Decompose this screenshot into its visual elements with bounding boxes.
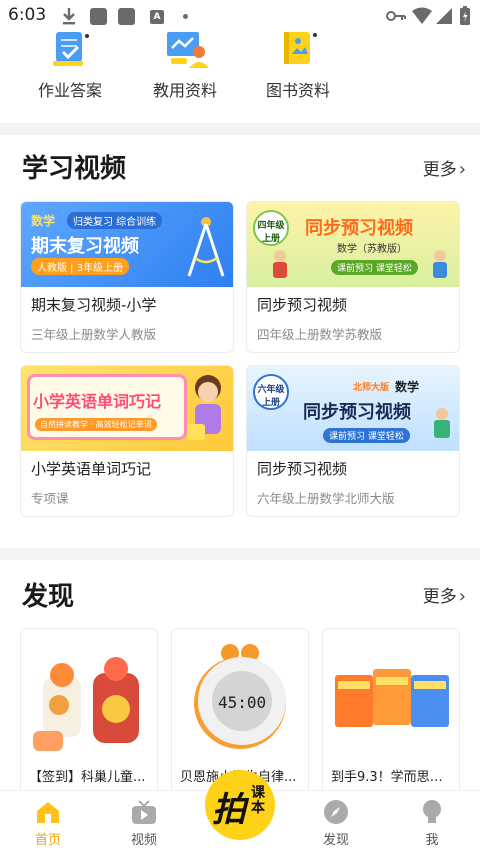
clock-display: 45:00 [218,693,267,712]
shortcut-book-material[interactable]: 图书资料 [243,32,353,122]
video-thumbnail: 小学英语单词巧记 自然拼读教学 · 高效轻松记单词 [21,366,233,451]
grade-badge-line1: 六年级 [257,385,285,395]
section-divider [0,548,480,560]
chevron-right-icon: › [458,159,466,180]
status-bar: 6:03 A [0,0,480,32]
thumb-pill: 自然拼读教学 · 高效轻松记单词 [35,418,157,431]
discover-card-title: 【签到】科巢儿童... [29,770,146,785]
grade-badge: 四年级 上册 [253,210,289,246]
photo-search-button[interactable]: 拍 课本 [205,770,275,840]
discover-card[interactable]: 【签到】科巢儿童... [20,628,158,798]
user-icon [423,800,441,823]
notification-icon [118,8,135,25]
nav-label: 发现 [322,833,349,848]
vpn-key-icon [386,11,406,21]
signal-icon [436,8,452,24]
notification-icon [90,8,107,25]
video-title: 同步预习视频 [257,460,348,478]
more-label: 更多 [422,160,457,180]
wifi-icon [412,7,432,24]
discover-section-title: 发现 [22,582,75,612]
video-title: 同步预习视频 [257,296,348,314]
thumb-headline: 期末复习视频 [31,236,139,257]
shortcut-homework-answer[interactable]: 作业答案 [15,32,125,122]
discover-more-link[interactable]: 更多 › [423,582,466,607]
photo-search-small-label: 课本 [251,785,265,816]
homework-answer-icon [53,32,89,66]
videos-more-link[interactable]: 更多 › [423,155,466,180]
home-icon [37,802,59,823]
thumb-headline: 小学英语单词巧记 [33,392,162,411]
grade-badge-line2: 上册 [261,234,280,244]
photo-search-big-label: 拍 [212,790,246,830]
shortcut-label: 作业答案 [37,81,102,100]
video-subtitle: 六年级上册数学北师大版 [257,491,395,506]
thumb-headline: 同步预习视频 [305,218,413,239]
nav-label: 首页 [34,833,61,848]
product-image [33,657,139,751]
a-badge-icon: A [150,10,164,24]
nav-video[interactable]: 视频 [104,791,184,853]
thumb-subject-tag: 数学 [31,214,56,228]
shortcut-label: 教用资料 [152,81,217,100]
video-title: 期末复习视频-小学 [31,296,157,314]
nav-label: 视频 [130,833,157,848]
video-thumbnail: 四年级 上册 同步预习视频 数学（苏教版） 课前预习 课堂轻松 [247,202,459,287]
discover-card-title: 到手9.3！学而思新... [331,770,455,785]
videos-section-title: 学习视频 [22,154,127,184]
video-card[interactable]: 四年级 上册 同步预习视频 数学（苏教版） 课前预习 课堂轻松 同步预习视频 四… [246,201,460,353]
thumb-pill: 人教版 | 3年级上册 [31,258,130,275]
thumb-edition: 北师大版 [353,383,390,393]
video-subtitle: 专项课 [31,491,69,506]
kids-illustration [273,250,287,278]
thumb-subject: 数学（苏教版） [337,244,407,255]
section-divider [0,123,480,135]
nav-discover[interactable]: 发现 [296,791,376,853]
grade-badge-line2: 上册 [261,398,280,408]
nav-me[interactable]: 我 [392,791,472,853]
thumb-banner: 归类复习 综合训练 [67,212,163,229]
video-card[interactable]: 六年级 上册 北师大版 数学 同步预习视频 课前预习 课堂轻松 同步预习视频 六… [246,365,460,517]
compass-icon [324,800,348,824]
teaching-material-icon [167,32,209,68]
shortcut-row: 作业答案 教用资料 图书资料 [0,32,480,122]
discover-card[interactable]: 到手9.3！学而思新... [322,628,460,798]
thumb-pill: 课前预习 课堂轻松 [323,428,410,443]
status-time: 6:03 [8,5,47,25]
video-card[interactable]: 数学 归类复习 综合训练 期末复习视频 人教版 | 3年级上册 期末复习视频-小… [20,201,234,353]
shortcut-teaching-material[interactable]: 教用资料 [130,32,240,122]
tv-icon [132,800,156,824]
download-icon [63,8,75,25]
grade-badge: 六年级 上册 [253,374,289,410]
video-thumbnail: 数学 归类复习 综合训练 期末复习视频 人教版 | 3年级上册 [21,202,233,287]
battery-icon [460,6,470,25]
nav-home[interactable]: 首页 [8,791,88,853]
video-title: 小学英语单词巧记 [31,460,152,478]
girl-illustration [187,375,221,440]
compass-icon [187,217,225,277]
product-image [335,669,449,727]
student-illustration [434,408,450,438]
video-card[interactable]: 小学英语单词巧记 自然拼读教学 · 高效轻松记单词 小学英语单词巧记 专项课 [20,365,234,517]
grade-badge-line1: 四年级 [257,221,285,231]
thumb-subject: 数学 [395,380,420,394]
book-material-icon [284,32,317,64]
video-thumbnail: 六年级 上册 北师大版 数学 同步预习视频 课前预习 课堂轻松 [247,366,459,451]
video-subtitle: 四年级上册数学苏教版 [257,327,383,342]
kids-illustration [433,250,447,278]
thumb-pill: 课前预习 课堂轻松 [331,260,418,275]
more-notifications-icon [183,14,188,19]
video-subtitle: 三年级上册数学人教版 [31,327,157,342]
thumb-headline: 同步预习视频 [303,402,411,423]
chevron-right-icon: › [458,586,466,607]
more-label: 更多 [422,587,457,607]
nav-label: 我 [425,833,439,848]
shortcut-label: 图书资料 [265,81,330,100]
